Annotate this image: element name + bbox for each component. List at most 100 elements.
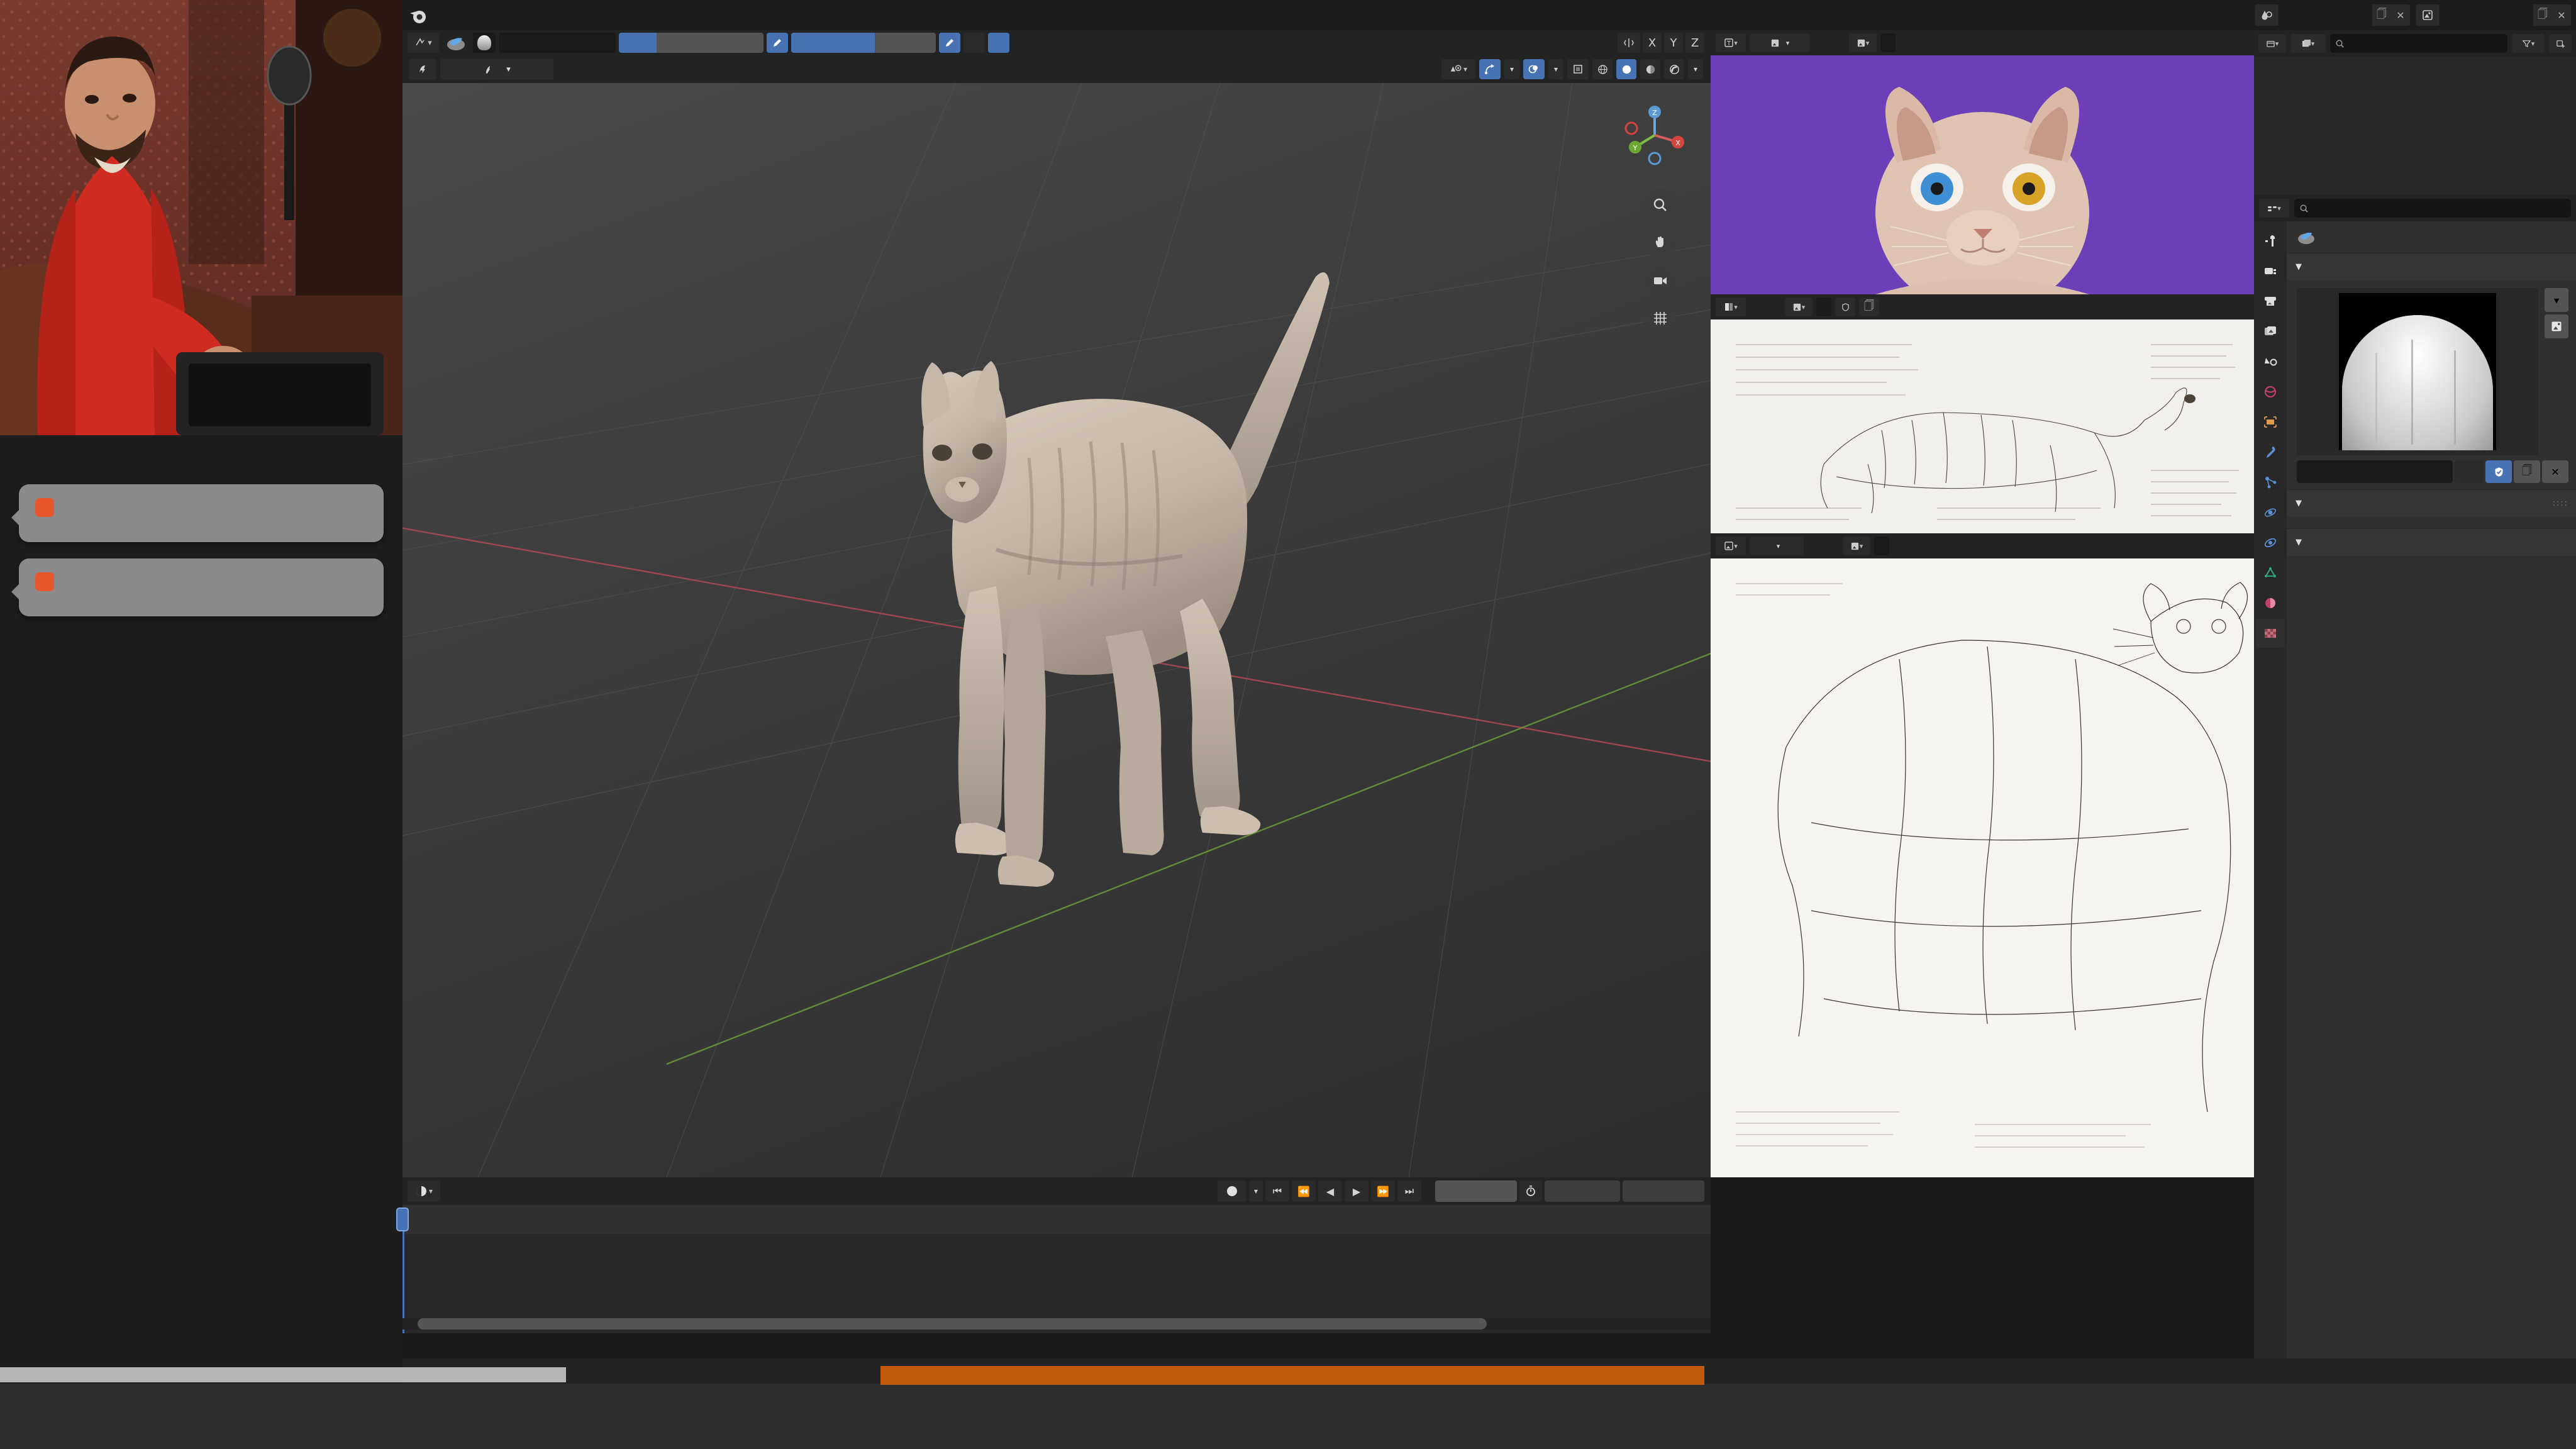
tab-view-layer[interactable]	[2256, 317, 2285, 346]
zoom-view-button[interactable]	[1644, 189, 1677, 221]
tab-particles[interactable]	[2256, 468, 2285, 497]
image-editor-top[interactable]: T ▾ ▾ ▾	[1711, 30, 2254, 294]
brush-name-field[interactable]	[499, 33, 616, 53]
strength-slider[interactable]	[791, 33, 936, 53]
playhead-frame-indicator[interactable]	[396, 1208, 409, 1231]
prev-keyframe-button[interactable]: ⏪	[1292, 1180, 1316, 1202]
editor-type-button[interactable]: ▾	[2258, 34, 2286, 53]
tab-tool[interactable]	[2256, 226, 2285, 255]
editor-type-button[interactable]: T ▾	[1716, 33, 1746, 52]
tab-scene[interactable]	[2256, 347, 2285, 376]
display-mode-popover[interactable]: ▾	[2290, 34, 2326, 53]
brush-settings-rows[interactable]	[2287, 517, 2576, 522]
brush-slot-name-field[interactable]	[2297, 460, 2453, 483]
direction-subtract-button[interactable]	[988, 33, 1009, 53]
unlink-brush-button[interactable]: ✕	[2542, 460, 2568, 483]
shading-chevron-down-icon[interactable]: ▾	[1688, 59, 1703, 79]
next-keyframe-button[interactable]: ⏩	[1371, 1180, 1395, 1202]
outliner-search-input[interactable]	[2330, 34, 2507, 53]
advanced-panel-header[interactable]: ▼	[2287, 528, 2576, 556]
image-name-field[interactable]	[1816, 297, 1831, 316]
filter-popover[interactable]: ▾	[2512, 34, 2545, 53]
brush-settings-panel-header[interactable]: ▼ ::::	[2287, 489, 2576, 517]
xray-toggle[interactable]	[1567, 59, 1589, 79]
brush-preview-image-button[interactable]	[2545, 314, 2568, 338]
brush-thumbnail[interactable]	[2297, 288, 2538, 455]
image-editor-mid[interactable]: ▾ ▾ 🗍	[1711, 294, 2254, 533]
symmetry-x-toggle[interactable]: X	[1643, 33, 1662, 53]
current-frame-field[interactable]	[1435, 1180, 1517, 1202]
radius-slider[interactable]	[619, 33, 763, 53]
image-editor-menu-view[interactable]	[1807, 535, 1821, 557]
new-scene-button[interactable]: 🗍	[2372, 7, 2391, 24]
strength-pressure-toggle[interactable]	[939, 33, 960, 53]
remove-view-layer-button[interactable]: ✕	[2552, 9, 2571, 21]
remove-scene-button[interactable]: ✕	[2391, 9, 2410, 21]
brushes-panel-header[interactable]: ▼	[2287, 253, 2576, 280]
3d-viewport[interactable]: Z X Y	[402, 83, 1711, 1177]
brush-users-count[interactable]	[2455, 460, 2484, 483]
frame-end-field[interactable]	[1623, 1180, 1704, 1202]
camera-view-button[interactable]	[1644, 264, 1677, 297]
image-editor-menu-view[interactable]	[1750, 296, 1763, 318]
browse-image-button[interactable]: ▾	[1843, 536, 1870, 555]
tab-constraints[interactable]	[2256, 528, 2285, 557]
image-name-field[interactable]	[1880, 33, 1896, 52]
tab-render[interactable]	[2256, 257, 2285, 286]
properties-search-input[interactable]	[2294, 199, 2571, 218]
browse-image-button[interactable]: ▾	[1785, 297, 1813, 316]
fake-user-toggle[interactable]	[2485, 460, 2512, 483]
jump-end-button[interactable]: ⏭	[1397, 1180, 1421, 1202]
gizmo-toggle[interactable]	[1479, 59, 1501, 79]
new-view-layer-button[interactable]: 🗍	[2533, 7, 2552, 24]
auto-keying-toggle[interactable]	[1218, 1180, 1246, 1202]
properties-tab-column[interactable]	[2254, 221, 2287, 1358]
shading-solid-button[interactable]	[1616, 59, 1636, 79]
duplicate-brush-button[interactable]: 🗍	[2514, 460, 2540, 483]
tab-world[interactable]	[2256, 377, 2285, 406]
image-editor-menu-view[interactable]	[1814, 32, 1828, 53]
image-editor-menu-image[interactable]	[1831, 32, 1845, 53]
editor-type-button[interactable]: ▾	[1716, 536, 1746, 555]
outliner[interactable]: ▾ ▾ ▾	[2254, 30, 2576, 195]
properties-editor[interactable]: ▾ ▼ ▾ 🗍 ✕ ▼:::: ▼	[2254, 195, 2576, 1358]
radius-pressure-toggle[interactable]	[767, 33, 788, 53]
jump-start-button[interactable]: ⏮	[1265, 1180, 1289, 1202]
tab-object[interactable]	[2256, 408, 2285, 436]
navigation-gizmo[interactable]: Z X Y	[1620, 101, 1689, 170]
new-collection-button[interactable]	[2549, 34, 2572, 53]
timeline-editor-type-button[interactable]: ▾	[408, 1180, 440, 1202]
image-mode-popover[interactable]: ▾	[1750, 536, 1804, 555]
overlays-toggle[interactable]	[1523, 59, 1545, 79]
symmetry-y-toggle[interactable]: Y	[1664, 33, 1683, 53]
use-preview-range-button[interactable]	[1519, 1180, 1542, 1202]
image-mode-popover[interactable]: ▾	[1750, 33, 1810, 52]
play-button[interactable]: ▶	[1345, 1180, 1368, 1202]
shading-rendered-button[interactable]	[1664, 59, 1684, 79]
timeline-scrollbar[interactable]	[402, 1318, 1711, 1330]
panel-drag-handle-icon[interactable]: ::::	[2552, 499, 2568, 508]
properties-body[interactable]: ▼ ▾ 🗍 ✕ ▼:::: ▼	[2287, 221, 2576, 1358]
image-name-field[interactable]	[1874, 536, 1889, 555]
direction-add-button[interactable]	[963, 33, 985, 53]
browse-image-button[interactable]: ▾	[1849, 33, 1877, 52]
gizmo-chevron-down-icon[interactable]: ▾	[1504, 59, 1519, 79]
editor-type-button[interactable]: ▾	[2259, 199, 2289, 218]
shading-material-button[interactable]	[1640, 59, 1660, 79]
symmetry-z-toggle[interactable]: Z	[1685, 33, 1704, 53]
toggle-ortho-button[interactable]	[1644, 302, 1677, 335]
brush-list-chevron-down-icon[interactable]: ▾	[2545, 288, 2568, 312]
tab-output[interactable]	[2256, 287, 2285, 316]
image-editor-menu-image[interactable]	[1825, 535, 1839, 557]
editor-type-button[interactable]: ▾	[1716, 297, 1746, 316]
viewport-editor-type-button[interactable]	[409, 58, 436, 80]
image-editor-menu-image[interactable]	[1767, 296, 1781, 318]
pan-view-button[interactable]	[1644, 226, 1677, 259]
symmetry-icon[interactable]	[1618, 33, 1640, 53]
play-reverse-button[interactable]: ◀	[1318, 1180, 1342, 1202]
tab-material[interactable]	[2256, 589, 2285, 618]
timeline-scrollbar-thumb[interactable]	[418, 1318, 1487, 1330]
brush-preview[interactable]	[473, 33, 496, 53]
timeline-body[interactable]	[396, 1205, 1711, 1333]
overlays-chevron-down-icon[interactable]: ▾	[1548, 59, 1563, 79]
